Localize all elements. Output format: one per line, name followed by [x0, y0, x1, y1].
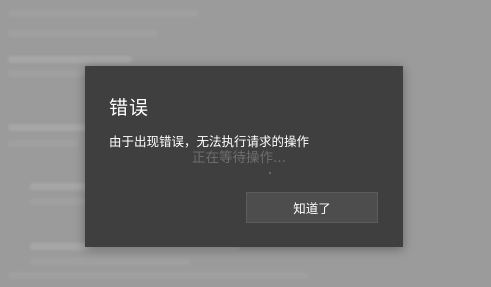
background-text-line — [8, 70, 88, 77]
error-dialog: 错误 由于出现错误，无法执行请求的操作 正在等待操作... 知道了 — [85, 66, 403, 247]
background-text-line — [8, 56, 132, 63]
background-text-line — [8, 272, 308, 279]
background-text-line — [8, 30, 158, 37]
waiting-status-text: 正在等待操作... — [192, 150, 286, 166]
loading-dot — [269, 172, 271, 174]
dialog-title: 错误 — [109, 97, 150, 119]
background-text-line — [8, 140, 78, 147]
background-text-line — [8, 10, 198, 17]
app-background: 错误 由于出现错误，无法执行请求的操作 正在等待操作... 知道了 — [0, 0, 491, 287]
ok-button[interactable]: 知道了 — [246, 192, 378, 223]
background-text-line — [30, 258, 190, 265]
